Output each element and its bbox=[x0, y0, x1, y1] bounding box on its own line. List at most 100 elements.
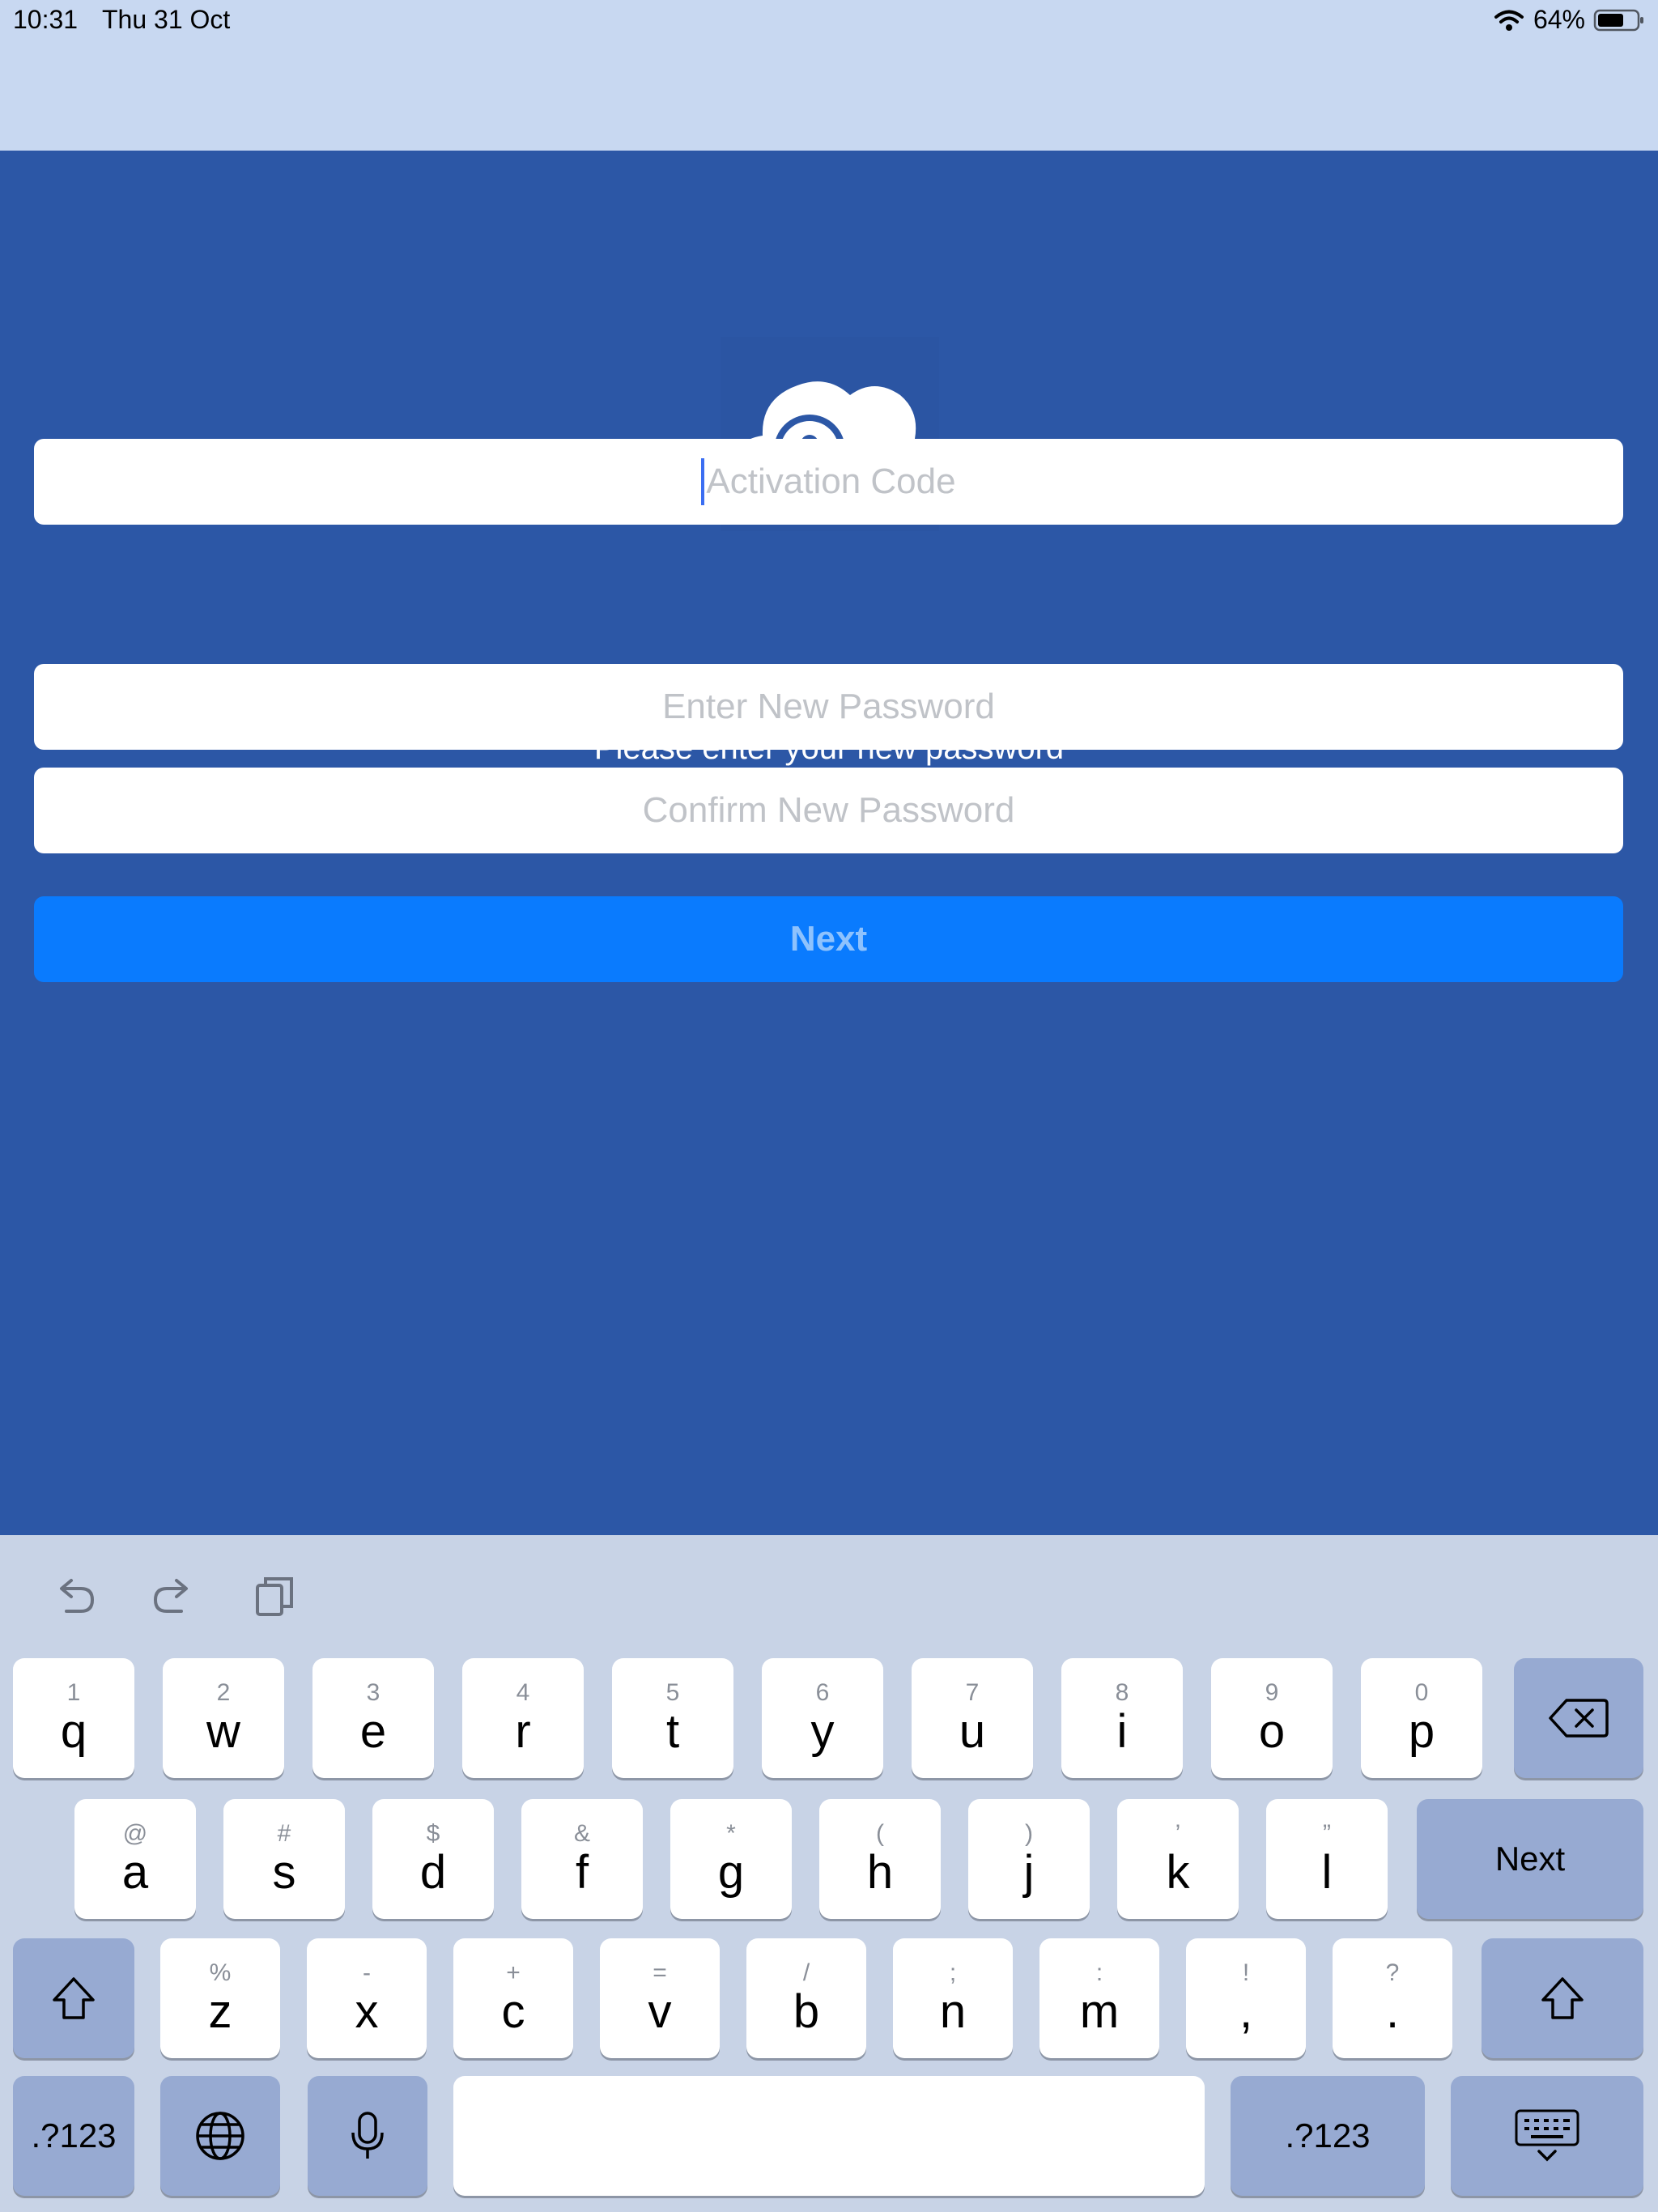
key-7[interactable]: 8i bbox=[1061, 1658, 1183, 1778]
key-1[interactable]: -x bbox=[307, 1938, 427, 2058]
key-primary-char: o bbox=[1258, 1705, 1286, 1758]
globe-icon bbox=[196, 2112, 244, 2160]
battery-icon bbox=[1593, 9, 1643, 31]
key-primary-char: w bbox=[206, 1705, 240, 1758]
key-5[interactable]: (h bbox=[819, 1799, 941, 1919]
key-secondary-char: - bbox=[363, 1959, 371, 1986]
key-primary-char: t bbox=[665, 1705, 680, 1758]
key-secondary-char: 2 bbox=[216, 1679, 231, 1706]
key-secondary-char: : bbox=[1095, 1959, 1103, 1986]
space-bar[interactable] bbox=[453, 2076, 1205, 2196]
onscreen-keyboard: 1q2w3e4r5t6y7u8i9o0p @ a # s $ d & f * g(h) j’ k” l … bbox=[0, 1535, 1658, 2212]
shift-icon bbox=[53, 1977, 95, 2019]
key-6[interactable]: :m bbox=[1039, 1938, 1159, 2058]
next-button[interactable]: Next bbox=[34, 896, 1623, 982]
key-secondary-char: 7 bbox=[965, 1679, 980, 1706]
key-primary-char: x bbox=[355, 1985, 379, 2038]
numbers-key-label: .?123 bbox=[31, 2116, 117, 2155]
top-strip: 10:31 Thu 31 Oct 64% bbox=[0, 0, 1658, 151]
key-8[interactable]: 9o bbox=[1211, 1658, 1333, 1778]
clipboard-icon[interactable] bbox=[251, 1571, 300, 1619]
key-secondary-char: ) bbox=[1025, 1820, 1033, 1847]
key-secondary-char: ? bbox=[1385, 1959, 1400, 1986]
return-next-key[interactable]: Next bbox=[1417, 1799, 1643, 1919]
key-secondary-char: ; bbox=[949, 1959, 957, 1986]
status-time: 10:31 bbox=[13, 5, 79, 34]
key-3[interactable]: = v bbox=[600, 1938, 720, 2058]
return-key-label: Next bbox=[1494, 1840, 1566, 1878]
key-2[interactable]: 3e bbox=[312, 1658, 434, 1778]
key-primary-char: j bbox=[1023, 1846, 1035, 1899]
key-secondary-char: % bbox=[209, 1959, 232, 1986]
key-8[interactable]: ” l bbox=[1266, 1799, 1388, 1919]
key-primary-char: a bbox=[121, 1846, 149, 1899]
dictation-key[interactable] bbox=[308, 2076, 427, 2196]
activation-code-field[interactable]: Activation Code bbox=[34, 439, 1623, 525]
key-2[interactable]: $ d bbox=[372, 1799, 494, 1919]
key-1[interactable]: 2w bbox=[163, 1658, 284, 1778]
key-primary-char: i bbox=[1116, 1705, 1128, 1758]
key-primary-char: z bbox=[208, 1985, 232, 2038]
key-secondary-char: 4 bbox=[516, 1679, 530, 1706]
key-5[interactable]: 6y bbox=[762, 1658, 883, 1778]
status-right: 64% bbox=[1493, 5, 1645, 35]
key-secondary-char: 0 bbox=[1414, 1679, 1429, 1706]
key-0[interactable]: @ a bbox=[74, 1799, 196, 1919]
key-secondary-char: ! bbox=[1242, 1959, 1250, 1986]
battery-percent: 64% bbox=[1533, 5, 1585, 34]
shift-key-right[interactable] bbox=[1482, 1938, 1643, 2058]
key-primary-char: , bbox=[1239, 1985, 1253, 2038]
key-secondary-char: * bbox=[726, 1820, 736, 1847]
new-password-field[interactable]: Enter New Password bbox=[34, 664, 1623, 750]
key-4[interactable]: * g bbox=[670, 1799, 792, 1919]
key-2[interactable]: + c bbox=[453, 1938, 573, 2058]
key-primary-char: h bbox=[866, 1846, 894, 1899]
key-6[interactable]: 7u bbox=[912, 1658, 1033, 1778]
key-secondary-char: + bbox=[506, 1959, 521, 1986]
key-0[interactable]: % z bbox=[160, 1938, 280, 2058]
key-primary-char: u bbox=[959, 1705, 986, 1758]
backspace-key[interactable] bbox=[1514, 1658, 1643, 1778]
key-secondary-char: 8 bbox=[1115, 1679, 1129, 1706]
key-4[interactable]: 5t bbox=[612, 1658, 733, 1778]
key-3[interactable]: 4r bbox=[462, 1658, 584, 1778]
redo-icon[interactable] bbox=[149, 1571, 198, 1619]
key-4[interactable]: / b bbox=[746, 1938, 866, 2058]
key-secondary-char: 6 bbox=[815, 1679, 830, 1706]
numbers-key-left[interactable]: .?123 bbox=[13, 2076, 134, 2196]
key-primary-char: v bbox=[648, 1985, 672, 2038]
shift-key-left[interactable] bbox=[13, 1938, 134, 2058]
key-secondary-char: 5 bbox=[665, 1679, 680, 1706]
key-primary-char: b bbox=[793, 1985, 820, 2038]
key-9[interactable]: 0p bbox=[1361, 1658, 1482, 1778]
key-primary-char: f bbox=[575, 1846, 589, 1899]
key-7[interactable]: !, bbox=[1186, 1938, 1306, 2058]
key-5[interactable]: ; n bbox=[893, 1938, 1013, 2058]
key-primary-char: n bbox=[939, 1985, 967, 2038]
activation-code-placeholder: Activation Code bbox=[706, 462, 956, 501]
numbers-key-label: .?123 bbox=[1285, 2116, 1371, 2155]
key-8[interactable]: ?. bbox=[1333, 1938, 1452, 2058]
key-primary-char: y bbox=[810, 1705, 835, 1758]
undo-icon[interactable] bbox=[50, 1571, 99, 1619]
shift-icon bbox=[1541, 1977, 1584, 2019]
text-caret bbox=[701, 458, 705, 505]
globe-key[interactable] bbox=[160, 2076, 280, 2196]
key-0[interactable]: 1q bbox=[13, 1658, 134, 1778]
key-secondary-char: 3 bbox=[366, 1679, 380, 1706]
key-6[interactable]: ) j bbox=[968, 1799, 1090, 1919]
key-7[interactable]: ’ k bbox=[1117, 1799, 1239, 1919]
confirm-password-field[interactable]: Confirm New Password bbox=[34, 768, 1623, 853]
numbers-key-right[interactable]: .?123 bbox=[1231, 2076, 1425, 2196]
key-secondary-char: # bbox=[277, 1820, 291, 1847]
key-primary-char: r bbox=[515, 1705, 531, 1758]
key-primary-char: . bbox=[1385, 1985, 1400, 2038]
key-primary-char: g bbox=[717, 1846, 745, 1899]
key-3[interactable]: & f bbox=[521, 1799, 643, 1919]
key-secondary-char: ” bbox=[1323, 1820, 1331, 1847]
key-primary-char: l bbox=[1321, 1846, 1333, 1899]
dismiss-keyboard-key[interactable] bbox=[1451, 2076, 1643, 2196]
key-secondary-char: @ bbox=[122, 1820, 148, 1847]
key-secondary-char: $ bbox=[426, 1820, 440, 1847]
key-1[interactable]: # s bbox=[223, 1799, 345, 1919]
